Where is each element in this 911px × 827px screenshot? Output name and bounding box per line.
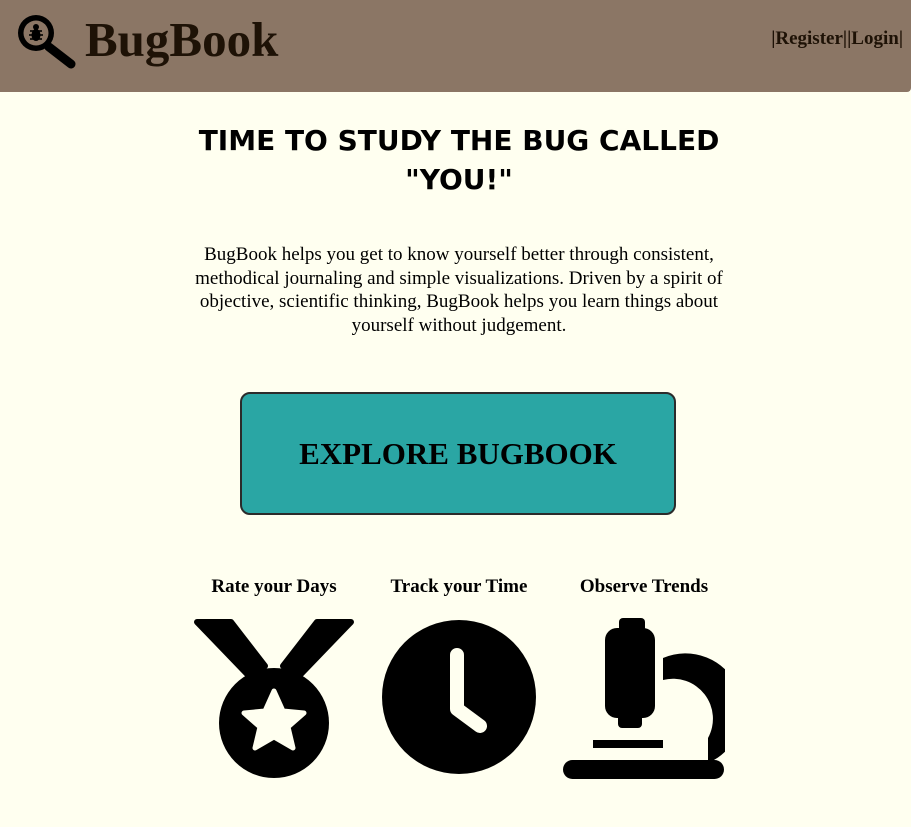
magnifier-bug-icon[interactable] bbox=[12, 10, 76, 70]
login-link[interactable]: Login bbox=[851, 28, 899, 49]
hero-title-line1: TIME TO STUDY THE BUG CALLED bbox=[198, 124, 720, 157]
clock-icon bbox=[382, 620, 536, 774]
hero-title: TIME TO STUDY THE BUG CALLED "YOU!" bbox=[195, 121, 723, 199]
feature-title: Observe Trends bbox=[579, 576, 709, 597]
separator: | bbox=[898, 28, 903, 49]
feature-title: Rate your Days bbox=[211, 576, 337, 597]
register-link[interactable]: Register bbox=[775, 28, 843, 49]
microscope-icon bbox=[563, 618, 725, 779]
feature-rate-days: Rate your Days bbox=[184, 576, 364, 778]
hero-title-line2: "YOU!" bbox=[405, 163, 513, 196]
explore-bugbook-button[interactable]: EXPLORE BUGBOOK bbox=[240, 392, 676, 515]
brand-title[interactable]: BugBook bbox=[85, 12, 278, 68]
auth-nav: |Register||Login| bbox=[771, 28, 903, 50]
feature-track-time: Track your Time bbox=[369, 576, 549, 774]
feature-title: Track your Time bbox=[390, 576, 528, 597]
medal-icon bbox=[194, 619, 354, 778]
intro-paragraph: BugBook helps you get to know yourself b… bbox=[195, 244, 723, 336]
site-header: BugBook |Register||Login| bbox=[0, 0, 911, 92]
feature-observe-trends: Observe Trends bbox=[554, 576, 734, 779]
